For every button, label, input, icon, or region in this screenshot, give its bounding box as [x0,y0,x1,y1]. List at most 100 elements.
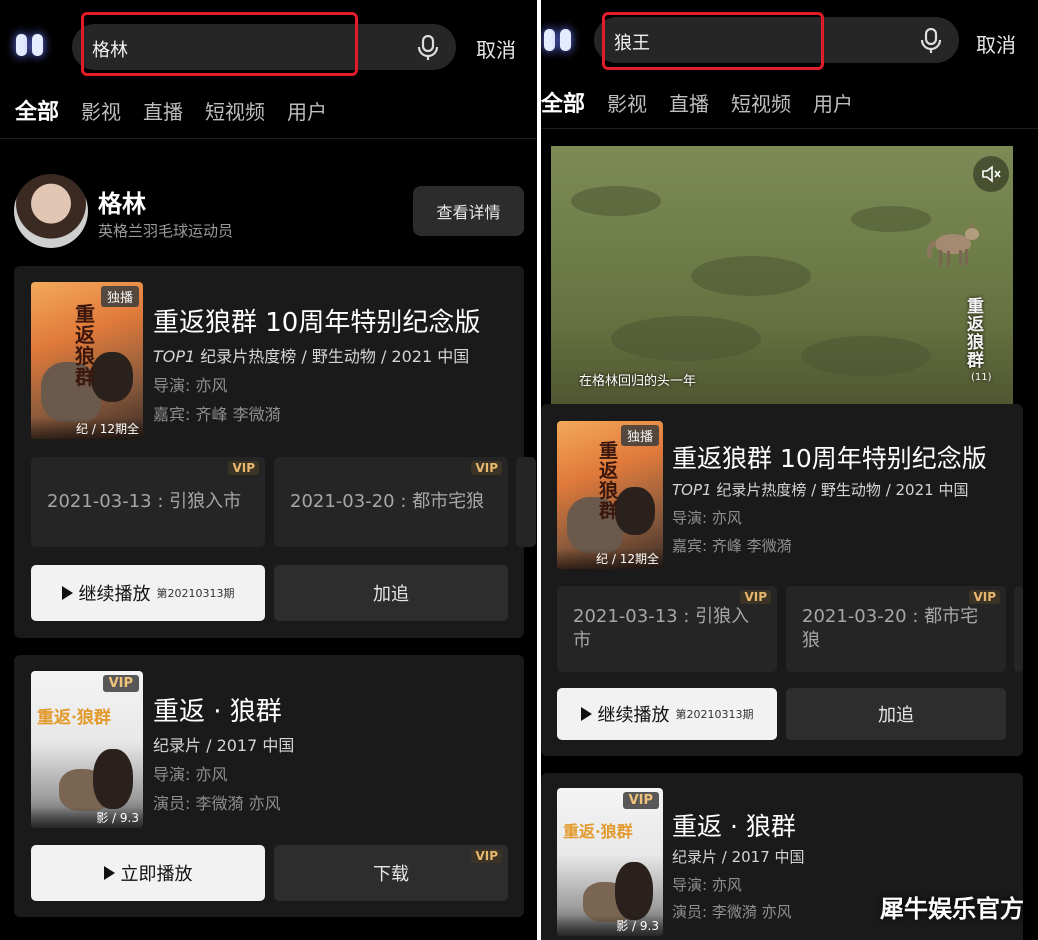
play-icon [61,586,73,600]
tab-live[interactable]: 直播 [669,88,709,117]
cast-label: 演员: [672,903,708,921]
guest-label: 嘉宾: [672,537,708,555]
left-screenshot: 格林 取消 全部 影视 直播 短视频 用户 格林 英格兰羽毛球运动员 查看详情 … [0,0,537,940]
result-card[interactable]: 重返狼群 独播 纪 / 12期全 重返狼群 10周年特别纪念版 TOP1 纪录片… [14,266,536,638]
grass-patch [571,186,661,216]
watermark-text: 犀牛娱乐官方 [880,895,1024,923]
grass-patch [851,206,931,232]
director-label: 导演: [153,765,191,784]
result-card[interactable]: 重返狼群 独播 纪 / 12期全 重返狼群 10周年特别纪念版 TOP1 纪录片… [541,404,1023,756]
card-title[interactable]: 重返 · 狼群 [672,807,796,843]
meta-text: 纪录片热度榜 / 野生动物 / 2021 中国 [711,481,969,499]
tabs-divider [541,128,1038,129]
poster-image[interactable]: 重返狼群 独播 纪 / 12期全 [31,282,143,439]
microphone-icon[interactable] [919,28,943,54]
episode-item-partial[interactable] [1014,586,1023,672]
cast-value: 李微漪 亦风 [195,794,281,813]
episode-number: 第20210313期 [675,708,754,721]
director-value: 亦风 [195,765,228,784]
tab-short-video[interactable]: 短视频 [205,96,265,125]
highlight-box [602,12,824,70]
wolf-icon [927,222,979,266]
episode-item-partial[interactable] [516,457,536,547]
video-logo-sub: (11) [971,372,992,383]
grass-patch [801,336,931,376]
exclusive-badge: 独播 [620,425,659,446]
episode-title: 2021-03-20 : 都市宅狼 [290,491,485,512]
poster-image[interactable]: 重返·狼群 VIP 影 / 9.3 [557,788,663,936]
tab-all[interactable]: 全部 [15,94,59,126]
tab-film[interactable]: 影视 [607,88,647,117]
microphone-icon[interactable] [416,35,440,61]
highlight-box [81,12,358,76]
card-title[interactable]: 重返 · 狼群 [153,691,282,728]
grass-patch [611,316,761,361]
episode-item[interactable]: VIP 2021-03-13 : 引狼入市 [31,457,265,547]
mute-icon [982,165,1001,183]
director-label: 导演: [153,376,191,395]
guest-label: 嘉宾: [153,405,191,424]
poster-calligraphy: 重返狼群 [599,440,619,522]
follow-button[interactable]: 加追 [786,688,1006,740]
vip-badge: VIP [102,675,139,692]
tab-short-video[interactable]: 短视频 [731,88,791,117]
card-meta: TOP1 纪录片热度榜 / 野生动物 / 2021 中国 [153,343,469,367]
episode-item[interactable]: VIP 2021-03-13 : 引狼入市 [557,586,777,672]
cancel-button[interactable]: 取消 [976,29,1016,58]
poster-footer: 影 / 9.3 [31,807,143,828]
director-value: 亦风 [711,509,742,527]
episode-number: 第20210313期 [156,587,235,600]
vip-tag: VIP [228,461,259,475]
person-description: 英格兰羽毛球运动员 [98,222,234,240]
video-subtitle: 在格林回归的头一年 [579,374,697,389]
download-button[interactable]: VIP 下载 [274,845,508,901]
card-title[interactable]: 重返狼群 10周年特别纪念版 [672,439,987,475]
app-logo-icon [16,34,43,56]
episode-item[interactable]: VIP 2021-03-20 : 都市宅狼 [786,586,1006,672]
episode-title: 2021-03-13 : 引狼入市 [47,491,242,512]
play-icon [103,866,115,880]
tab-live[interactable]: 直播 [143,96,183,125]
meta-text: 纪录片热度榜 / 野生动物 / 2021 中国 [195,347,470,366]
tab-users[interactable]: 用户 [287,96,327,125]
follow-button[interactable]: 加追 [274,565,508,621]
grass-patch [691,256,811,296]
guest-value: 齐峰 李微漪 [195,405,281,424]
cast-row: 演员: 李微漪 亦风 [672,901,792,922]
poster-image[interactable]: 重返狼群 独播 纪 / 12期全 [557,421,663,569]
cancel-button[interactable]: 取消 [476,34,516,63]
tab-film[interactable]: 影视 [81,96,121,125]
play-icon [580,707,592,721]
vip-tag: VIP [969,590,1000,604]
tab-all[interactable]: 全部 [541,86,585,118]
search-tabs: 全部 影视 直播 短视频 用户 [541,86,875,118]
play-now-label: 立即播放 [120,864,193,885]
continue-play-label: 继续播放 [597,705,670,726]
continue-play-button[interactable]: 继续播放 第20210313期 [31,565,265,621]
person-name[interactable]: 格林 [98,184,146,219]
right-screenshot: 狼王 取消 全部 影视 直播 短视频 用户 重返狼群 (11) 在格林回归的头一… [541,0,1038,940]
poster-footer: 纪 / 12期全 [31,418,143,439]
poster-image[interactable]: 重返·狼群 VIP 影 / 9.3 [31,671,143,828]
vip-badge: VIP [622,792,659,809]
card-title[interactable]: 重返狼群 10周年特别纪念版 [153,302,480,339]
director-row: 导演: 亦风 [672,874,742,895]
video-preview[interactable]: 重返狼群 (11) 在格林回归的头一年 [551,146,1013,404]
view-details-button[interactable]: 查看详情 [413,186,524,236]
poster-calligraphy: 重返·狼群 [563,822,633,841]
search-tabs: 全部 影视 直播 短视频 用户 [15,94,349,126]
episode-title: 2021-03-13 : 引狼入市 [573,606,750,651]
poster-calligraphy: 重返·狼群 [37,708,111,728]
director-row: 导演: 亦风 [153,761,228,785]
play-now-button[interactable]: 立即播放 [31,845,265,901]
result-card[interactable]: 重返·狼群 VIP 影 / 9.3 重返 · 狼群 纪录片 / 2017 中国 … [14,655,524,917]
cast-value: 李微漪 亦风 [711,903,792,921]
avatar[interactable] [14,174,88,248]
guest-row: 嘉宾: 齐峰 李微漪 [672,535,792,556]
tab-users[interactable]: 用户 [813,88,853,117]
mute-button[interactable] [973,156,1009,192]
director-value: 亦风 [195,376,228,395]
continue-play-button[interactable]: 继续播放 第20210313期 [557,688,777,740]
episode-item[interactable]: VIP 2021-03-20 : 都市宅狼 [274,457,508,547]
continue-play-label: 继续播放 [78,584,151,605]
